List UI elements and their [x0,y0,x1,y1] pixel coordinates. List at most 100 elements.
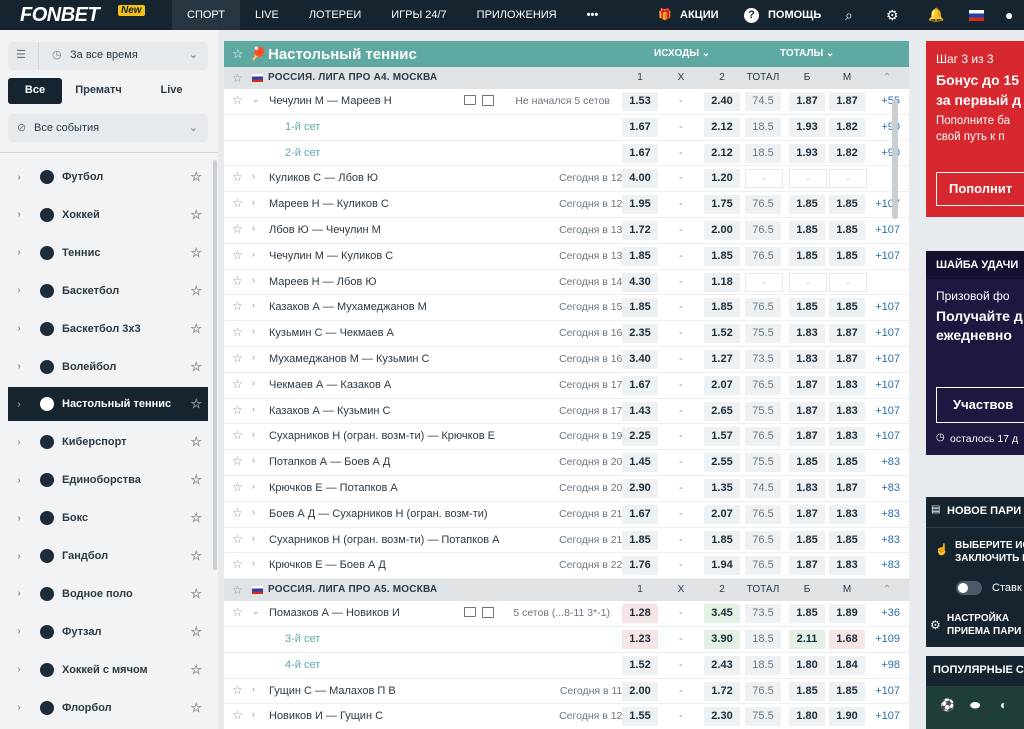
chevron-right-icon[interactable]: › [252,275,255,285]
table-row[interactable]: ☆ ⌄ Чечулин М — Мареев Н Не начался 5 сетов… [224,89,909,115]
settings-text-2[interactable]: ПРИЕМА ПАРИ [947,626,1021,637]
odd-over[interactable]: 1.87 [789,504,825,524]
match-name[interactable]: Сухарников Н (огран. возм-ти) — Крючков … [269,424,495,449]
nav-games[interactable]: ИГРЫ 24/7 [376,0,461,30]
nav-live[interactable]: LIVE [240,0,294,30]
star-icon[interactable]: ☆ [190,472,208,488]
odd-2[interactable]: 1.52 [704,324,740,344]
star-icon[interactable]: ☆ [232,532,243,546]
table-row[interactable]: ☆ › Чекмаев А — Казаков А Сегодня в 17:05 1.… [224,373,909,399]
odd-over[interactable]: 1.87 [789,401,825,421]
tv-icon[interactable] [464,95,476,105]
settings-icon[interactable]: ⚙ [930,618,941,632]
match-name[interactable]: Чечулин М — Куликов С [269,244,393,269]
more-markets-link[interactable]: +107 [866,376,900,395]
table-row[interactable]: ☆ › Казаков А — Мухамеджанов М Сегодня в 15… [224,295,909,322]
odd-under[interactable]: 1.82 [829,117,865,137]
chevron-right-icon[interactable]: › [252,300,255,310]
odd-under[interactable]: 1.83 [829,427,865,447]
table-row[interactable]: ☆ › Крючков Е — Боев А Д Сегодня в 22:05 1.7… [224,553,909,580]
more-markets-link[interactable]: +98 [866,656,900,675]
collapse-icon[interactable]: ⌃ [880,67,894,89]
odd-under[interactable]: 1.85 [829,298,865,318]
sidebar-item-hockey[interactable]: › Хоккей ☆ [8,198,208,232]
match-name[interactable]: 1-й сет [285,115,320,140]
star-icon[interactable]: ☆ [190,662,208,678]
star-icon[interactable]: ☆ [232,325,243,339]
table-row[interactable]: 2-й сет0:01.67-2.1218.51.931.82+90 [224,141,909,167]
more-markets-link[interactable]: +107 [866,707,900,726]
total-value[interactable]: 76.5 [745,556,781,576]
time-filter[interactable]: ☰ ◷ За все время ⌄ [8,42,208,70]
star-icon[interactable]: ☆ [232,222,243,236]
star-icon[interactable]: ☆ [190,434,208,450]
odd-2[interactable]: 1.27 [704,349,740,369]
total-value[interactable]: 74.5 [745,92,781,111]
chevron-right-icon[interactable]: › [8,664,26,675]
nav-lottery[interactable]: ЛОТЕРЕИ [294,0,376,30]
odd-under[interactable]: 1.85 [829,681,865,701]
star-icon[interactable]: ☆ [190,548,208,564]
odd-1[interactable]: 2.90 [622,478,658,498]
table-row[interactable]: ☆ › Лбов Ю — Чечулин М Сегодня в 13:05 1.72-… [224,218,909,244]
match-name[interactable]: 3-й сет [285,627,320,652]
table-row[interactable]: 4-й сет0:01.52-2.4318.51.801.84+98 [224,653,909,679]
odd-over[interactable]: 1.93 [789,117,825,137]
chevron-down-icon[interactable]: ⌄ [252,94,260,105]
odd-1[interactable]: 1.67 [622,117,658,137]
promo-link[interactable]: АКЦИИ [680,0,719,30]
match-name[interactable]: Чекмаев А — Казаков А [269,373,391,398]
odd-2[interactable]: 1.35 [704,478,740,498]
match-name[interactable]: Казаков А — Кузьмин С [269,399,390,424]
sidebar-item-volleyball[interactable]: › Волейбол ☆ [8,350,208,384]
more-markets-link[interactable]: +107 [866,247,900,266]
odd-1[interactable]: 2.25 [622,427,658,447]
total-value[interactable]: 76.5 [745,195,781,215]
chevron-right-icon[interactable]: › [8,247,26,258]
star-icon[interactable]: ☆ [232,428,243,442]
total-value[interactable]: 76.5 [745,504,781,524]
total-value[interactable]: 18.5 [745,143,781,163]
odd-over[interactable]: 1.80 [789,707,825,727]
odd-under[interactable]: 1.83 [829,375,865,395]
chevron-right-icon[interactable]: › [252,709,255,719]
chevron-right-icon[interactable]: › [252,223,255,233]
odd-over[interactable]: 1.87 [789,427,825,447]
odd-over[interactable]: 1.85 [789,453,825,473]
outcomes-dropdown[interactable]: исходы ⌄ [654,41,710,67]
star-icon[interactable]: ☆ [190,207,208,223]
odd-1[interactable]: 1.53 [622,92,658,111]
odd-over[interactable]: 1.85 [789,681,825,701]
football-icon[interactable]: ⚽ [940,698,955,712]
odd-1[interactable]: 1.85 [622,246,658,266]
chevron-right-icon[interactable]: › [8,172,26,183]
star-icon[interactable]: ☆ [190,396,208,412]
table-row[interactable]: ☆ › Боев А Д — Сухарников Н (огран. возм-т… [224,502,909,528]
chevron-right-icon[interactable]: › [8,702,26,713]
odd-1[interactable]: 1.95 [622,195,658,215]
odd-1[interactable]: 1.67 [622,143,658,163]
table-row[interactable]: ☆ › Крючков Е — Потапков А Сегодня в 20:35 2… [224,476,909,502]
odd-2[interactable]: 1.85 [704,246,740,266]
nav-apps[interactable]: ПРИЛОЖЕНИЯ [462,0,572,30]
odd-1[interactable]: 3.40 [622,349,658,369]
total-value[interactable]: 73.5 [745,604,781,624]
odd-2[interactable]: 1.18 [704,272,740,292]
odd-under[interactable]: 1.87 [829,92,865,111]
league-header[interactable]: ☆ РОССИЯ. ЛИГА ПРО А5. МОСКВА 1 X 2 ТОТАЛ Б М ⌃ [224,579,909,602]
star-icon[interactable]: ☆ [232,605,243,619]
help-link[interactable]: ПОМОЩЬ [768,0,821,30]
star-icon[interactable]: ☆ [190,321,208,337]
odd-2[interactable]: 2.65 [704,401,740,421]
stats-icon[interactable] [482,607,494,619]
tab-all[interactable]: Все [8,78,62,104]
match-name[interactable]: Лбов Ю — Чечулин М [269,218,381,243]
match-name[interactable]: 4-й сет [285,653,320,678]
total-value[interactable]: 73.5 [745,349,781,369]
odd-1[interactable]: 2.35 [622,324,658,344]
participate-button[interactable]: Участвов [936,387,1024,423]
chevron-right-icon[interactable]: › [252,533,255,543]
match-name[interactable]: Казаков А — Мухамеджанов М [269,295,427,320]
more-markets-link[interactable]: +83 [866,531,900,550]
star-icon[interactable]: ☆ [232,248,243,262]
